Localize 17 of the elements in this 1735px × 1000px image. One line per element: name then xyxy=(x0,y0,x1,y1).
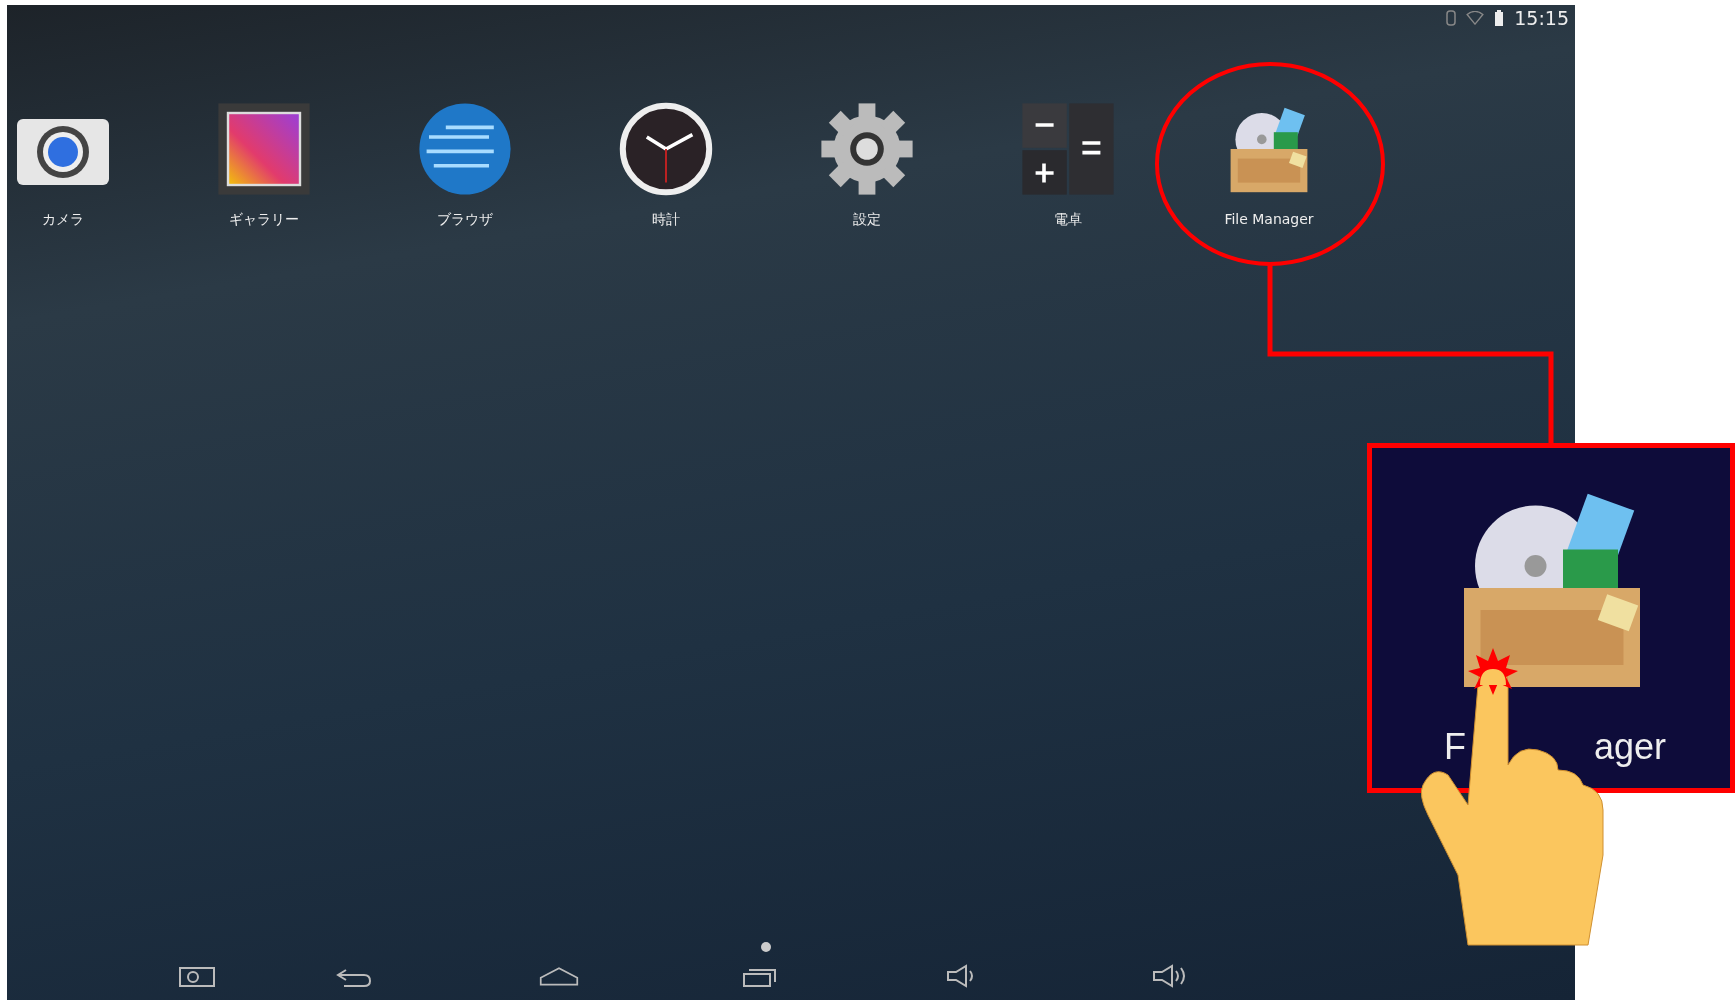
app-label: カメラ xyxy=(42,211,84,229)
app-shortcut[interactable]: ブラウザ xyxy=(409,101,521,229)
app-shortcut[interactable]: ギャラリー xyxy=(208,101,320,229)
app-label: ギャラリー xyxy=(229,211,299,229)
app-shortcut[interactable]: File Manager xyxy=(1213,101,1325,229)
app-shortcut[interactable]: 設定 xyxy=(811,101,923,229)
app-label: 設定 xyxy=(853,211,881,229)
app-label: 時計 xyxy=(652,211,680,229)
callout-label: ager xyxy=(1594,726,1667,768)
app-label: 電卓 xyxy=(1054,211,1082,229)
app-label: File Manager xyxy=(1224,211,1314,227)
app-label: ブラウザ xyxy=(437,211,493,229)
status-time: 15:15 xyxy=(1514,7,1569,29)
callout-label: F xyxy=(1444,726,1466,768)
app-shortcut[interactable]: 電卓 xyxy=(1012,101,1124,229)
app-shortcut[interactable]: 時計 xyxy=(610,101,722,229)
app-shortcut[interactable]: カメラ xyxy=(7,101,119,229)
